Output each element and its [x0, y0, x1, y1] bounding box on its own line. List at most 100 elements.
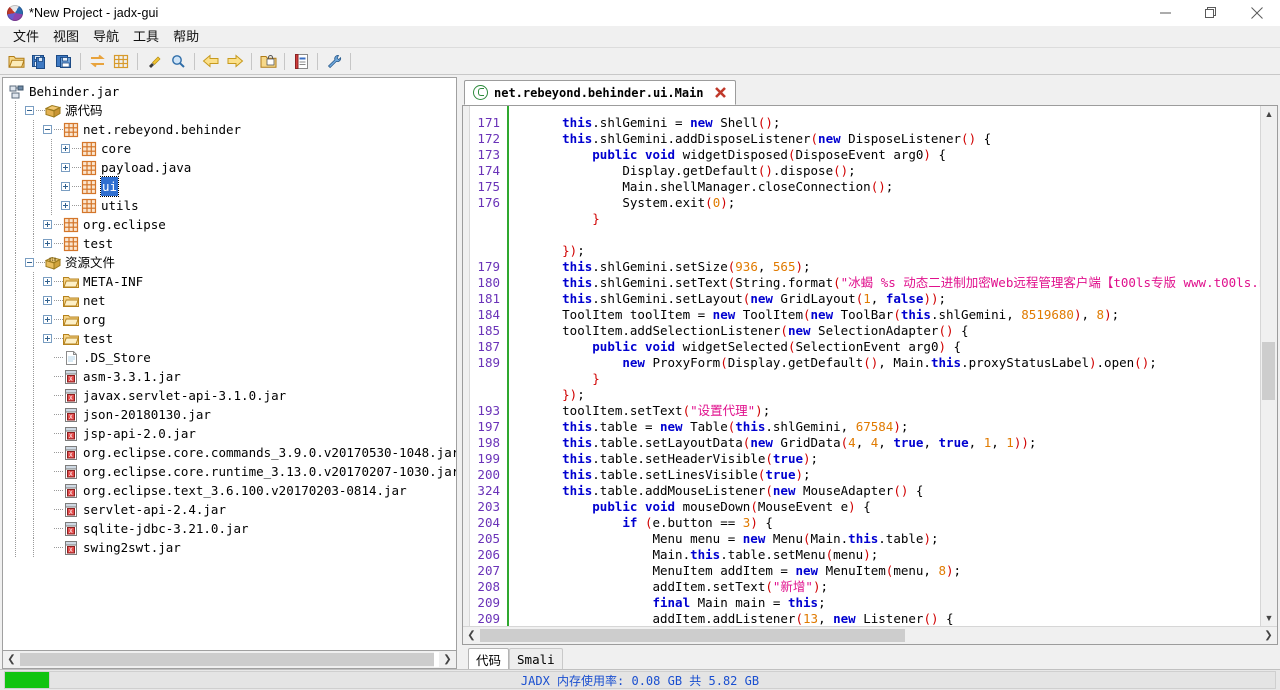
tree-item[interactable]: core — [7, 139, 456, 158]
code-line[interactable]: public void widgetDisposed(DisposeEvent … — [509, 147, 1260, 163]
tree-expander-plus-icon[interactable] — [43, 296, 52, 305]
tab-code[interactable]: 代码 — [468, 648, 509, 669]
code-line[interactable]: this.table = new Table(this.shlGemini, 6… — [509, 419, 1260, 435]
tree-expander-minus-icon[interactable] — [25, 258, 34, 267]
tree-item[interactable]: org.eclipse — [7, 215, 456, 234]
tree-hscroll-thumb[interactable] — [20, 653, 434, 666]
code-line[interactable]: ToolItem toolItem = new ToolItem(new Too… — [509, 307, 1260, 323]
search-text-icon[interactable] — [142, 50, 166, 72]
tree-expander-plus-icon[interactable] — [61, 144, 70, 153]
tree-hscroll-left-icon[interactable]: ❮ — [3, 652, 20, 667]
tree-hscrollbar[interactable]: ❮ ❯ — [2, 651, 457, 669]
code-line[interactable]: MenuItem addItem = new MenuItem(menu, 8)… — [509, 563, 1260, 579]
tree-item[interactable]: org — [7, 310, 456, 329]
tree-item[interactable]: 010资源文件 — [7, 253, 456, 272]
code-line[interactable]: } — [509, 211, 1260, 227]
editor-vscrollbar[interactable]: ▲ ▼ — [1260, 106, 1277, 626]
code-text-wrap[interactable]: this.shlGemini = new Shell(); this.shlGe… — [509, 106, 1260, 626]
code-line[interactable]: this.shlGemini.setText(String.format("冰蝎… — [509, 275, 1260, 291]
tree-item[interactable]: Xorg.eclipse.core.commands_3.9.0.v201705… — [7, 443, 456, 462]
code-line[interactable]: addItem.addListener(13, new Listener() { — [509, 611, 1260, 626]
tree-item[interactable]: .DS_Store — [7, 348, 456, 367]
code-line[interactable]: this.table.setLinesVisible(true); — [509, 467, 1260, 483]
vscroll-thumb[interactable] — [1262, 342, 1275, 401]
editor-hscroll-track[interactable] — [905, 628, 1260, 643]
project-tree[interactable]: Behinder.jar源代码net.rebeyond.behindercore… — [3, 78, 456, 557]
menu-help[interactable]: 帮助 — [166, 27, 206, 46]
tree-item[interactable]: META-INF — [7, 272, 456, 291]
code-view[interactable]: 1711721731741751761791801811841851871891… — [463, 106, 1260, 626]
tree-expander-plus-icon[interactable] — [43, 239, 52, 248]
code-line[interactable]: this.shlGemini.setSize(936, 565); — [509, 259, 1260, 275]
tab-smali[interactable]: Smali — [509, 648, 563, 669]
tree-scroll-view[interactable]: Behinder.jar源代码net.rebeyond.behindercore… — [2, 77, 457, 651]
sync-icon[interactable] — [85, 50, 109, 72]
code-line[interactable]: this.shlGemini = new Shell(); — [509, 115, 1260, 131]
tree-expander-plus-icon[interactable] — [43, 277, 52, 286]
tree-item[interactable]: test — [7, 234, 456, 253]
code-line[interactable]: System.exit(0); — [509, 195, 1260, 211]
source-code[interactable]: this.shlGemini = new Shell(); this.shlGe… — [509, 106, 1260, 626]
code-line[interactable]: toolItem.addSelectionListener(new Select… — [509, 323, 1260, 339]
tree-item[interactable]: 源代码 — [7, 101, 456, 120]
tree-item[interactable]: test — [7, 329, 456, 348]
code-line[interactable]: toolItem.setText("设置代理"); — [509, 403, 1260, 419]
editor-hscroll-thumb[interactable] — [480, 629, 905, 642]
tree-item[interactable]: net.rebeyond.behinder — [7, 120, 456, 139]
code-line[interactable]: this.table.addMouseListener(new MouseAda… — [509, 483, 1260, 499]
code-line[interactable]: if (e.button == 3) { — [509, 515, 1260, 531]
code-line[interactable]: Display.getDefault().dispose(); — [509, 163, 1260, 179]
search-class-icon[interactable] — [166, 50, 190, 72]
tree-item[interactable]: Xasm-3.3.1.jar — [7, 367, 456, 386]
tree-item[interactable]: Xjsp-api-2.0.jar — [7, 424, 456, 443]
open-file-icon[interactable] — [4, 50, 28, 72]
tree-item[interactable]: ui — [7, 177, 456, 196]
tree-item[interactable]: Xjavax.servlet-api-3.1.0.jar — [7, 386, 456, 405]
save-all-icon[interactable] — [28, 50, 52, 72]
menu-view[interactable]: 视图 — [46, 27, 86, 46]
menu-file[interactable]: 文件 — [6, 27, 46, 46]
vscroll-up-icon[interactable]: ▲ — [1261, 106, 1277, 122]
editor-tab[interactable]: net.rebeyond.behinder.ui.Main — [464, 80, 736, 105]
menu-navigation[interactable]: 导航 — [86, 27, 126, 46]
tree-item[interactable]: Xsqlite-jdbc-3.21.0.jar — [7, 519, 456, 538]
code-line[interactable]: } — [509, 371, 1260, 387]
tree-expander-plus-icon[interactable] — [61, 163, 70, 172]
tree-item[interactable]: net — [7, 291, 456, 310]
code-line[interactable]: Main.shellManager.closeConnection(); — [509, 179, 1260, 195]
close-tab-icon[interactable] — [714, 86, 727, 99]
code-line[interactable]: Menu menu = new Menu(Main.this.table); — [509, 531, 1260, 547]
tree-expander-plus-icon[interactable] — [43, 220, 52, 229]
tree-item[interactable]: utils — [7, 196, 456, 215]
editor-hscroll-left-icon[interactable]: ❮ — [463, 628, 480, 643]
tree-item[interactable]: Xorg.eclipse.text_3.6.100.v20170203-0814… — [7, 481, 456, 500]
tree-expander-minus-icon[interactable] — [25, 106, 34, 115]
code-line[interactable]: new ProxyForm(Display.getDefault(), Main… — [509, 355, 1260, 371]
tree-item[interactable]: Xservlet-api-2.4.jar — [7, 500, 456, 519]
code-line[interactable]: public void widgetSelected(SelectionEven… — [509, 339, 1260, 355]
flat-packages-icon[interactable] — [109, 50, 133, 72]
code-line[interactable]: Main.this.table.setMenu(menu); — [509, 547, 1260, 563]
code-line[interactable]: addItem.setText("新增"); — [509, 579, 1260, 595]
tree-item[interactable]: Xjson-20180130.jar — [7, 405, 456, 424]
tree-item[interactable]: Behinder.jar — [7, 82, 456, 101]
code-line[interactable]: }); — [509, 243, 1260, 259]
export-gradle-icon[interactable] — [52, 50, 76, 72]
code-line[interactable]: this.table.setHeaderVisible(true); — [509, 451, 1260, 467]
deobfuscation-icon[interactable] — [256, 50, 280, 72]
restore-icon[interactable] — [1188, 0, 1234, 25]
code-line[interactable]: this.shlGemini.addDisposeListener(new Di… — [509, 131, 1260, 147]
preferences-icon[interactable] — [322, 50, 346, 72]
tree-expander-minus-icon[interactable] — [43, 125, 52, 134]
code-line[interactable]: this.table.setLayoutData(new GridData(4,… — [509, 435, 1260, 451]
tree-item[interactable]: Xorg.eclipse.core.runtime_3.13.0.v201702… — [7, 462, 456, 481]
tree-item[interactable]: Xswing2swt.jar — [7, 538, 456, 557]
tree-expander-plus-icon[interactable] — [43, 334, 52, 343]
code-line[interactable]: public void mouseDown(MouseEvent e) { — [509, 499, 1260, 515]
vscroll-down-icon[interactable]: ▼ — [1261, 610, 1277, 626]
tree-expander-plus-icon[interactable] — [61, 182, 70, 191]
tree-expander-plus-icon[interactable] — [61, 201, 70, 210]
code-line[interactable]: final Main main = this; — [509, 595, 1260, 611]
tree-hscroll-right-icon[interactable]: ❯ — [439, 652, 456, 667]
minimize-icon[interactable] — [1142, 0, 1188, 25]
